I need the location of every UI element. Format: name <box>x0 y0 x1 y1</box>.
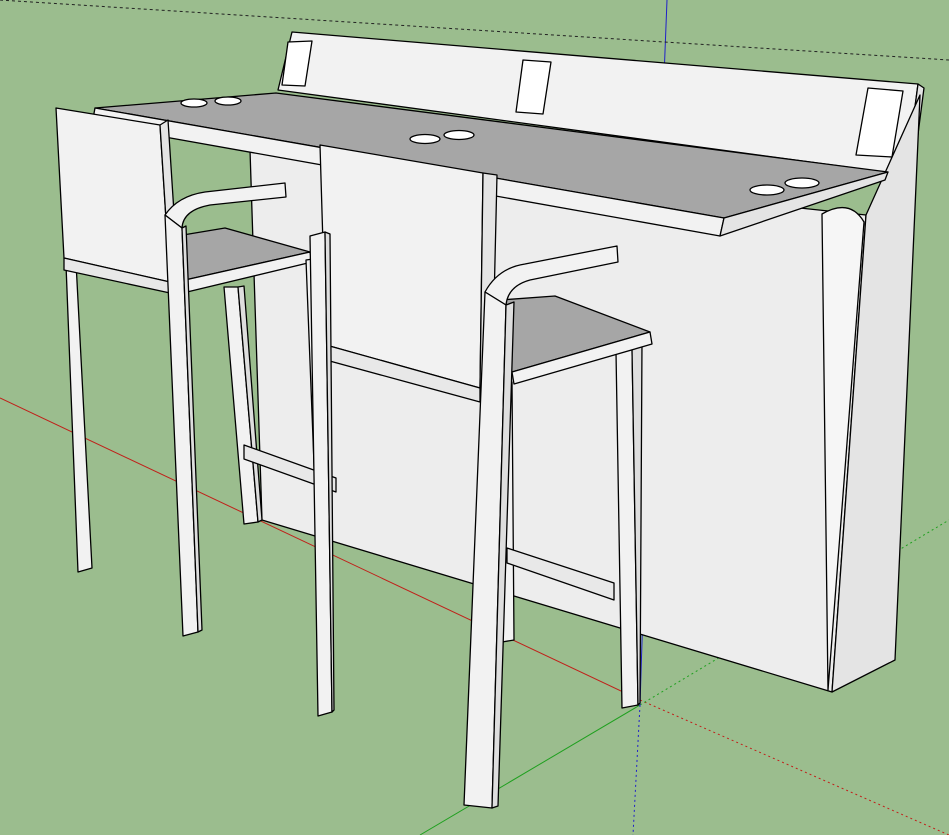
cup-hole <box>749 184 785 196</box>
cup-hole <box>409 133 441 145</box>
3d-viewport[interactable] <box>0 0 949 835</box>
stool-backrest[interactable] <box>55 107 171 283</box>
model-canvas[interactable] <box>0 0 949 835</box>
cup-hole <box>180 98 208 108</box>
cup-hole <box>443 129 475 141</box>
cup-hole <box>784 177 820 189</box>
cup-hole <box>214 96 242 106</box>
